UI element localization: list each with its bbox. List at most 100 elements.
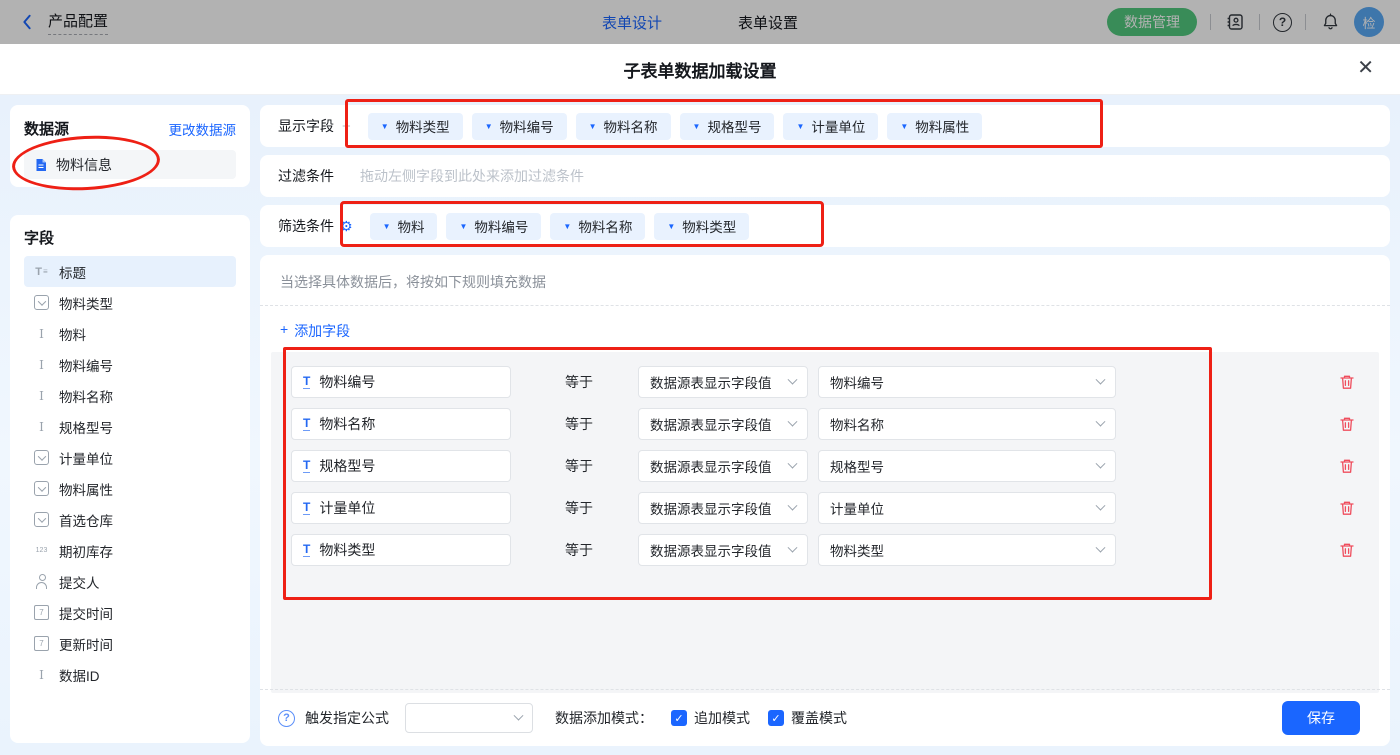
- field-tag[interactable]: ▼ 物料编号: [471, 112, 567, 140]
- field-type-icon: [34, 512, 49, 527]
- text-field-icon: T: [303, 374, 311, 389]
- rule-field-input[interactable]: T 物料编号: [291, 366, 511, 398]
- source-field-select[interactable]: 物料编号: [818, 366, 1116, 398]
- source-field-select[interactable]: 物料类型: [818, 534, 1116, 566]
- tab-form-design[interactable]: 表单设计: [602, 12, 662, 33]
- field-list-item[interactable]: 计量单位: [24, 442, 236, 473]
- help-icon[interactable]: ?: [1273, 12, 1292, 32]
- checkbox-checked-icon[interactable]: ✓: [671, 710, 687, 726]
- delete-rule-icon[interactable]: [1339, 500, 1355, 516]
- field-list-item[interactable]: 物料编号: [24, 349, 236, 380]
- source-type-value: 数据源表显示字段值: [650, 544, 772, 559]
- field-type-icon: [34, 295, 49, 310]
- top-header: 产品配置 表单设计 表单设置 数据管理 ? 检: [0, 0, 1400, 44]
- rules-panel: T 物料编号 等于 数据源表显示字段值 物料编号 T 物料名称 等于 数据源表显…: [271, 352, 1379, 693]
- source-field-select[interactable]: 计量单位: [818, 492, 1116, 524]
- field-list-item[interactable]: 物料名称: [24, 380, 236, 411]
- delete-rule-icon[interactable]: [1339, 416, 1355, 432]
- rule-field-input[interactable]: T 计量单位: [291, 492, 511, 524]
- field-tag[interactable]: ▼ 规格型号: [679, 112, 775, 140]
- source-type-select[interactable]: 数据源表显示字段值: [638, 408, 808, 440]
- field-list-item[interactable]: 期初库存: [24, 535, 236, 566]
- screening-label: 筛选条件: [278, 218, 334, 234]
- field-list-item[interactable]: 首选仓库: [24, 504, 236, 535]
- rule-field-input[interactable]: T 规格型号: [291, 450, 511, 482]
- source-field-select[interactable]: 规格型号: [818, 450, 1116, 482]
- add-field-link[interactable]: + 添加字段: [280, 321, 350, 341]
- rule-field-name: 物料类型: [319, 542, 376, 558]
- breadcrumb-product-config[interactable]: 产品配置: [48, 10, 109, 35]
- fields-title: 字段: [24, 230, 55, 247]
- equals-label: 等于: [565, 374, 593, 390]
- question-circle-icon[interactable]: ?: [278, 709, 295, 727]
- divider: [1259, 14, 1260, 30]
- field-type-icon: [34, 543, 49, 558]
- data-manage-button[interactable]: 数据管理: [1107, 8, 1197, 36]
- rule-field-name: 规格型号: [319, 458, 376, 474]
- add-display-field-icon[interactable]: +: [342, 118, 351, 135]
- field-tag[interactable]: ▼ 物料名称: [550, 212, 646, 240]
- delete-rule-icon[interactable]: [1339, 458, 1355, 474]
- field-label: 规格型号: [59, 420, 113, 436]
- change-datasource-link[interactable]: 更改数据源: [169, 119, 237, 139]
- filter-condition-row[interactable]: 过滤条件 拖动左侧字段到此处来添加过滤条件: [260, 155, 1390, 197]
- field-label: 标题: [59, 265, 86, 281]
- modal-title: 子表单数据加载设置: [623, 61, 777, 81]
- tab-form-settings[interactable]: 表单设置: [738, 12, 798, 33]
- header-tabs: 表单设计 表单设置: [602, 0, 798, 44]
- field-type-icon: [34, 419, 49, 434]
- datasource-item-material-info[interactable]: 物料信息: [24, 150, 236, 179]
- gear-icon[interactable]: ⚙: [340, 218, 353, 235]
- filter-dropzone-placeholder: 拖动左侧字段到此处来添加过滤条件: [360, 168, 584, 184]
- append-mode-option[interactable]: ✓ 追加模式: [671, 708, 750, 728]
- close-icon[interactable]: ✕: [1357, 58, 1374, 78]
- overwrite-mode-label: 覆盖模式: [791, 710, 847, 726]
- field-type-icon: [34, 450, 49, 465]
- delete-rule-icon[interactable]: [1339, 542, 1355, 558]
- display-field-tags: ▼ 物料类型 ▼ 物料编号 ▼ 物料名称 ▼ 规格型号 ▼ 计量单位 ▼ 物料属…: [367, 112, 983, 140]
- field-list-item[interactable]: 提交人: [24, 566, 236, 597]
- field-tag[interactable]: ▼ 物料编号: [446, 212, 542, 240]
- rule-row: T 物料编号 等于 数据源表显示字段值 物料编号: [291, 366, 1379, 398]
- back-chevron-icon[interactable]: [16, 11, 38, 33]
- field-tag[interactable]: ▼ 物料属性: [887, 112, 983, 140]
- field-list-item[interactable]: 物料: [24, 318, 236, 349]
- formula-select[interactable]: [405, 703, 533, 733]
- source-type-select[interactable]: 数据源表显示字段值: [638, 534, 808, 566]
- append-mode-label: 追加模式: [694, 710, 750, 726]
- field-tag[interactable]: ▼ 物料类型: [367, 112, 463, 140]
- save-button[interactable]: 保存: [1282, 701, 1360, 735]
- screening-condition-row: 筛选条件 ⚙ ▼ 物料 ▼ 物料编号 ▼ 物料名称 ▼ 物料类型: [260, 205, 1390, 247]
- source-type-select[interactable]: 数据源表显示字段值: [638, 450, 808, 482]
- rule-field-name: 物料名称: [319, 416, 376, 432]
- field-list-item[interactable]: 标题: [24, 256, 236, 287]
- field-tag[interactable]: ▼ 物料类型: [654, 212, 750, 240]
- field-list-item[interactable]: 数据ID: [24, 659, 236, 690]
- field-list-item[interactable]: 更新时间: [24, 628, 236, 659]
- source-type-select[interactable]: 数据源表显示字段值: [638, 492, 808, 524]
- datasource-card: 数据源 更改数据源 物料信息: [10, 105, 250, 187]
- user-avatar[interactable]: 检: [1354, 7, 1384, 37]
- source-field-value: 计量单位: [830, 502, 884, 517]
- field-tag[interactable]: ▼ 物料: [369, 212, 438, 240]
- overwrite-mode-option[interactable]: ✓ 覆盖模式: [768, 708, 847, 728]
- contacts-book-icon[interactable]: [1224, 11, 1246, 33]
- field-list-item[interactable]: 规格型号: [24, 411, 236, 442]
- field-tag[interactable]: ▼ 物料名称: [575, 112, 671, 140]
- rule-field-name: 物料编号: [319, 374, 376, 390]
- rule-row: T 物料类型 等于 数据源表显示字段值 物料类型: [291, 534, 1379, 566]
- source-type-select[interactable]: 数据源表显示字段值: [638, 366, 808, 398]
- filter-label: 过滤条件: [278, 168, 334, 184]
- checkbox-checked-icon[interactable]: ✓: [768, 710, 784, 726]
- field-list-item[interactable]: 物料类型: [24, 287, 236, 318]
- field-tag[interactable]: ▼ 计量单位: [783, 112, 879, 140]
- rule-field-input[interactable]: T 物料名称: [291, 408, 511, 440]
- rule-field-input[interactable]: T 物料类型: [291, 534, 511, 566]
- chevron-down-icon: [787, 542, 798, 553]
- field-list-item[interactable]: 提交时间: [24, 597, 236, 628]
- source-field-select[interactable]: 物料名称: [818, 408, 1116, 440]
- notification-bell-icon[interactable]: [1319, 11, 1341, 33]
- delete-rule-icon[interactable]: [1339, 374, 1355, 390]
- field-list-item[interactable]: 物料属性: [24, 473, 236, 504]
- field-type-icon: [34, 388, 49, 403]
